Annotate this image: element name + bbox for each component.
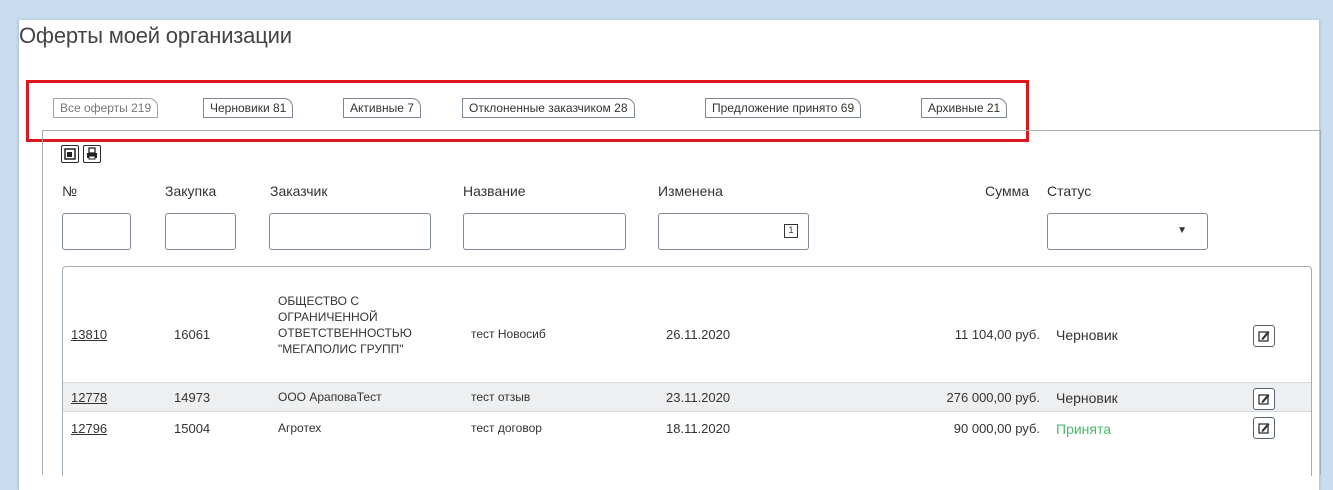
purchase-cell: 15004	[174, 421, 211, 436]
tab-drafts[interactable]: Черновики 81	[203, 98, 294, 118]
column-header-purchase[interactable]: Закупка	[165, 183, 216, 199]
page-title: Оферты моей организации	[19, 23, 292, 48]
column-header-customer[interactable]: Заказчик	[270, 183, 328, 199]
amount-cell: 90 000,00 руб.	[953, 421, 1040, 436]
tab-all-offers[interactable]: Все оферты 219	[53, 98, 159, 118]
customer-cell: ОБЩЕСТВО С ОГРАНИЧЕННОЙ ОТВЕТСТВЕННОСТЬЮ…	[278, 294, 412, 356]
tab-archived[interactable]: Архивные 21	[921, 98, 1008, 118]
edit-icon	[1258, 394, 1270, 405]
filter-status-select[interactable]: ▼	[1047, 213, 1208, 250]
offer-number-link[interactable]: 12796	[71, 421, 107, 436]
column-header-number[interactable]: №	[62, 183, 77, 199]
export-excel-icon	[64, 148, 76, 160]
tab-active[interactable]: Активные 7	[343, 98, 421, 118]
column-header-status[interactable]: Статус	[1047, 183, 1091, 199]
filter-customer-input[interactable]	[269, 213, 431, 250]
status-cell: Принята	[1056, 421, 1112, 437]
print-icon	[87, 147, 97, 160]
column-header-modified[interactable]: Изменена	[658, 183, 723, 199]
tab-accepted[interactable]: Предложение принято 69	[705, 98, 862, 118]
status-cell: Черновик	[1056, 327, 1118, 343]
modified-cell: 18.11.2020	[666, 421, 731, 436]
modified-cell: 26.11.2020	[666, 327, 731, 342]
offer-number-link[interactable]: 12778	[71, 390, 107, 405]
filter-name-input[interactable]	[463, 213, 626, 250]
purchase-cell: 16061	[174, 327, 211, 342]
print-button[interactable]	[83, 145, 101, 163]
calendar-icon[interactable]: 1	[784, 224, 798, 238]
column-header-amount[interactable]: Сумма	[985, 183, 1029, 199]
edit-icon	[1258, 423, 1270, 434]
dropdown-caret-icon: ▼	[1177, 225, 1187, 236]
name-cell: тест договор	[471, 421, 542, 435]
amount-cell: 11 104,00 руб.	[954, 327, 1040, 342]
filter-modified-input[interactable]: 1	[658, 213, 809, 250]
status-cell: Черновик	[1056, 390, 1118, 406]
edit-icon	[1258, 331, 1270, 342]
name-cell: тест отзыв	[471, 390, 531, 404]
filter-purchase-input[interactable]	[165, 213, 236, 250]
amount-cell: 276 000,00 руб.	[946, 390, 1040, 405]
customer-cell: ООО АраповаТест	[278, 390, 382, 404]
offer-number-link[interactable]: 13810	[71, 327, 107, 342]
purchase-cell: 14973	[174, 390, 211, 405]
export-excel-button[interactable]	[61, 145, 79, 163]
name-cell: тест Новосиб	[471, 327, 546, 341]
edit-button[interactable]	[1253, 417, 1275, 439]
edit-button[interactable]	[1253, 388, 1275, 410]
edit-button[interactable]	[1253, 325, 1275, 347]
tab-rejected[interactable]: Отклоненные заказчиком 28	[462, 98, 635, 118]
customer-cell: Агротех	[278, 421, 322, 435]
filter-number-input[interactable]	[62, 213, 131, 250]
modified-cell: 23.11.2020	[666, 390, 731, 405]
column-header-name[interactable]: Название	[463, 183, 526, 199]
